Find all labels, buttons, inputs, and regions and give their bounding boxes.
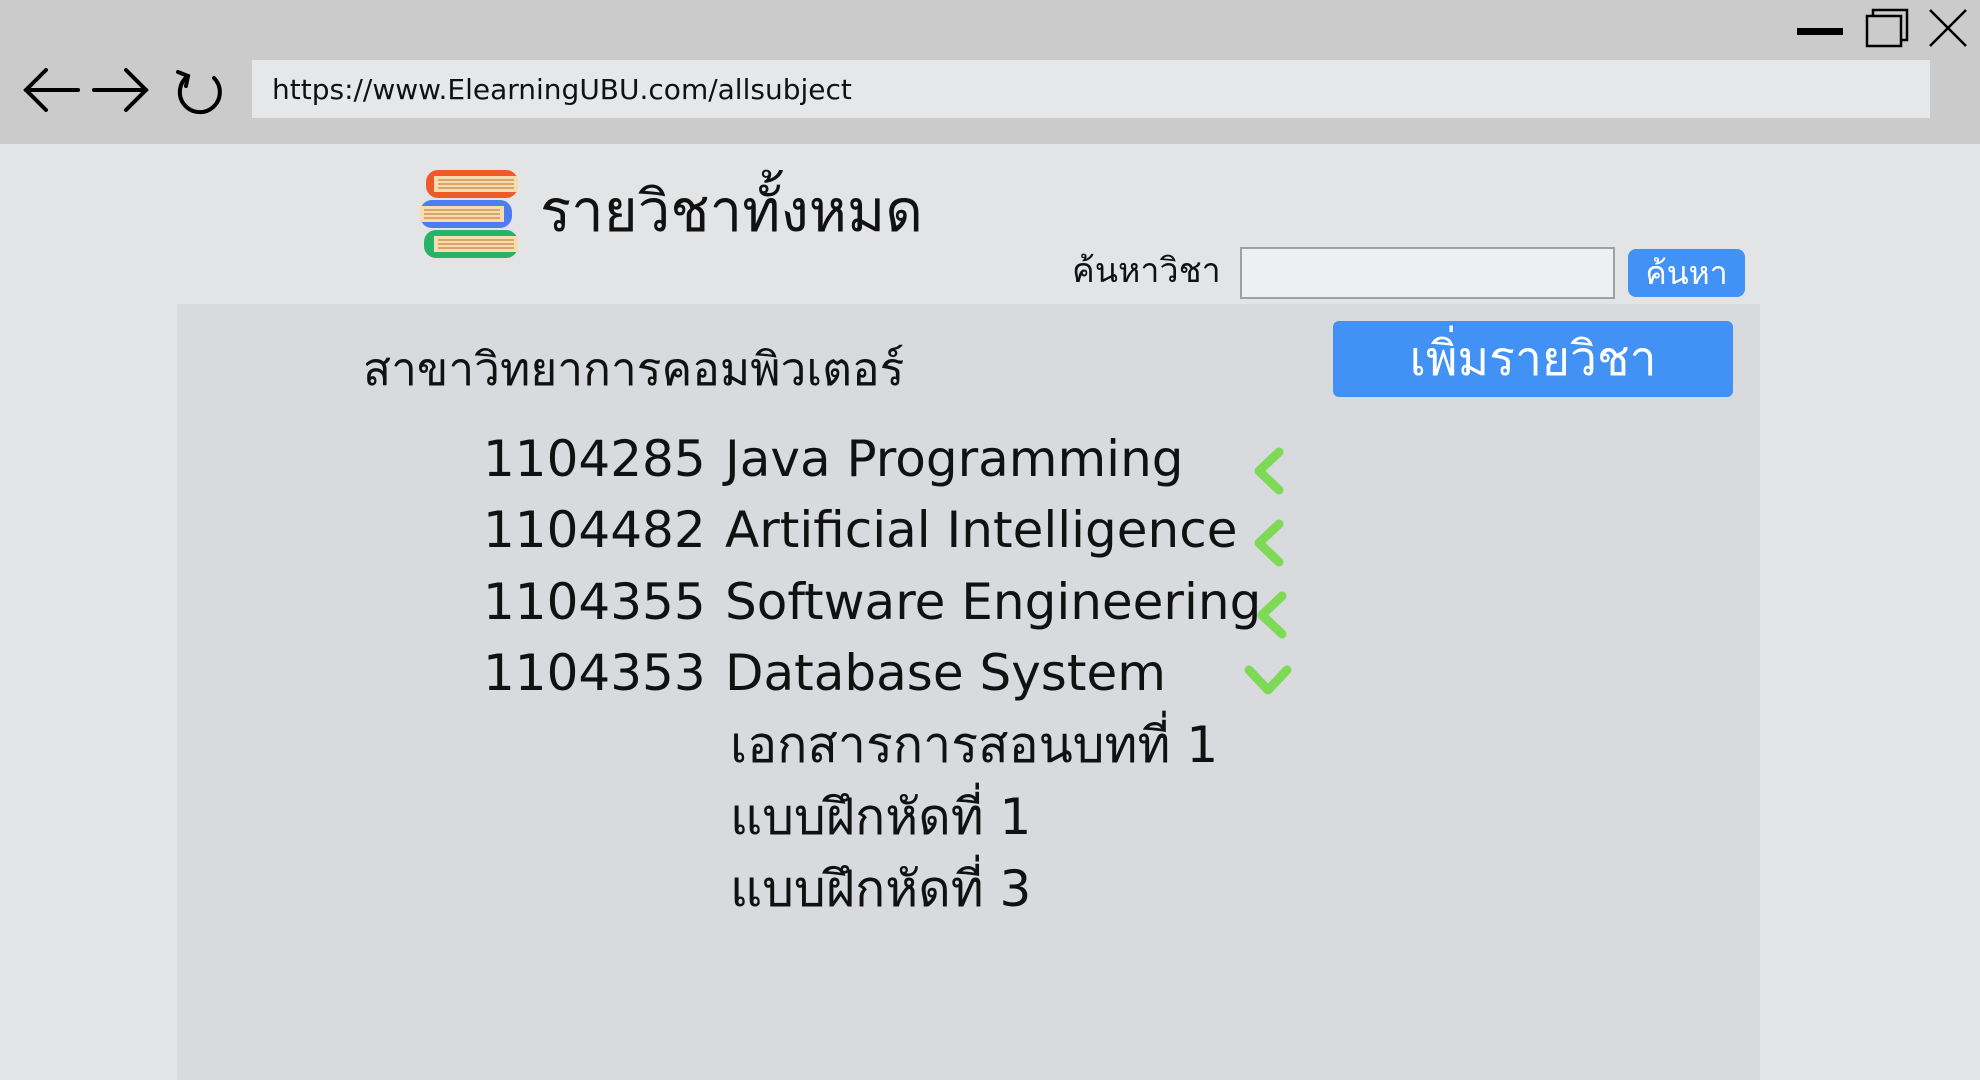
course-item[interactable]: 1104355 Software Engineering	[483, 577, 1261, 627]
course-name: Artificial Intelligence	[725, 501, 1238, 559]
browser-title-bar: https://www.ElearningUBU.com/allsubject	[0, 0, 1980, 144]
course-item[interactable]: 1104285 Java Programming	[483, 434, 1184, 484]
course-name: Java Programming	[725, 430, 1184, 488]
page-title: รายวิชาทั้งหมด	[540, 177, 923, 245]
search-input[interactable]	[1240, 247, 1615, 299]
chevron-left-icon[interactable]	[1247, 446, 1297, 496]
search-button[interactable]: ค้นหา	[1628, 249, 1745, 297]
course-item[interactable]: 1104482 Artificial Intelligence	[483, 505, 1237, 555]
add-course-button[interactable]: เพิ่มรายวิชา	[1333, 321, 1733, 397]
course-document-link[interactable]: แบบฝึกหัดที่ 3	[730, 864, 1031, 914]
address-bar[interactable]: https://www.ElearningUBU.com/allsubject	[252, 60, 1930, 118]
minimize-icon[interactable]	[1795, 8, 1845, 48]
course-code: 1104353	[483, 644, 706, 702]
course-item[interactable]: 1104353 Database System	[483, 648, 1166, 698]
close-icon[interactable]	[1922, 8, 1972, 48]
course-name: Software Engineering	[725, 573, 1262, 631]
address-bar-url: https://www.ElearningUBU.com/allsubject	[272, 72, 852, 106]
course-document-link[interactable]: เอกสารการสอนบทที่ 1	[730, 720, 1218, 770]
search-label: ค้นหาวิชา	[1072, 251, 1221, 291]
course-document-link[interactable]: แบบฝึกหัดที่ 1	[730, 792, 1031, 842]
maximize-icon[interactable]	[1861, 8, 1911, 48]
course-name: Database System	[725, 644, 1166, 702]
forward-arrow-icon[interactable]	[88, 62, 152, 118]
back-arrow-icon[interactable]	[20, 62, 84, 118]
chevron-left-icon[interactable]	[1247, 518, 1297, 568]
chevron-left-icon[interactable]	[1250, 590, 1300, 640]
course-code: 1104482	[483, 501, 706, 559]
department-title: สาขาวิทยาการคอมพิวเตอร์	[363, 342, 905, 396]
books-logo-icon	[418, 170, 522, 260]
reload-icon[interactable]	[168, 62, 232, 118]
chevron-down-icon[interactable]	[1243, 654, 1293, 704]
course-code: 1104285	[483, 430, 706, 488]
course-code: 1104355	[483, 573, 706, 631]
